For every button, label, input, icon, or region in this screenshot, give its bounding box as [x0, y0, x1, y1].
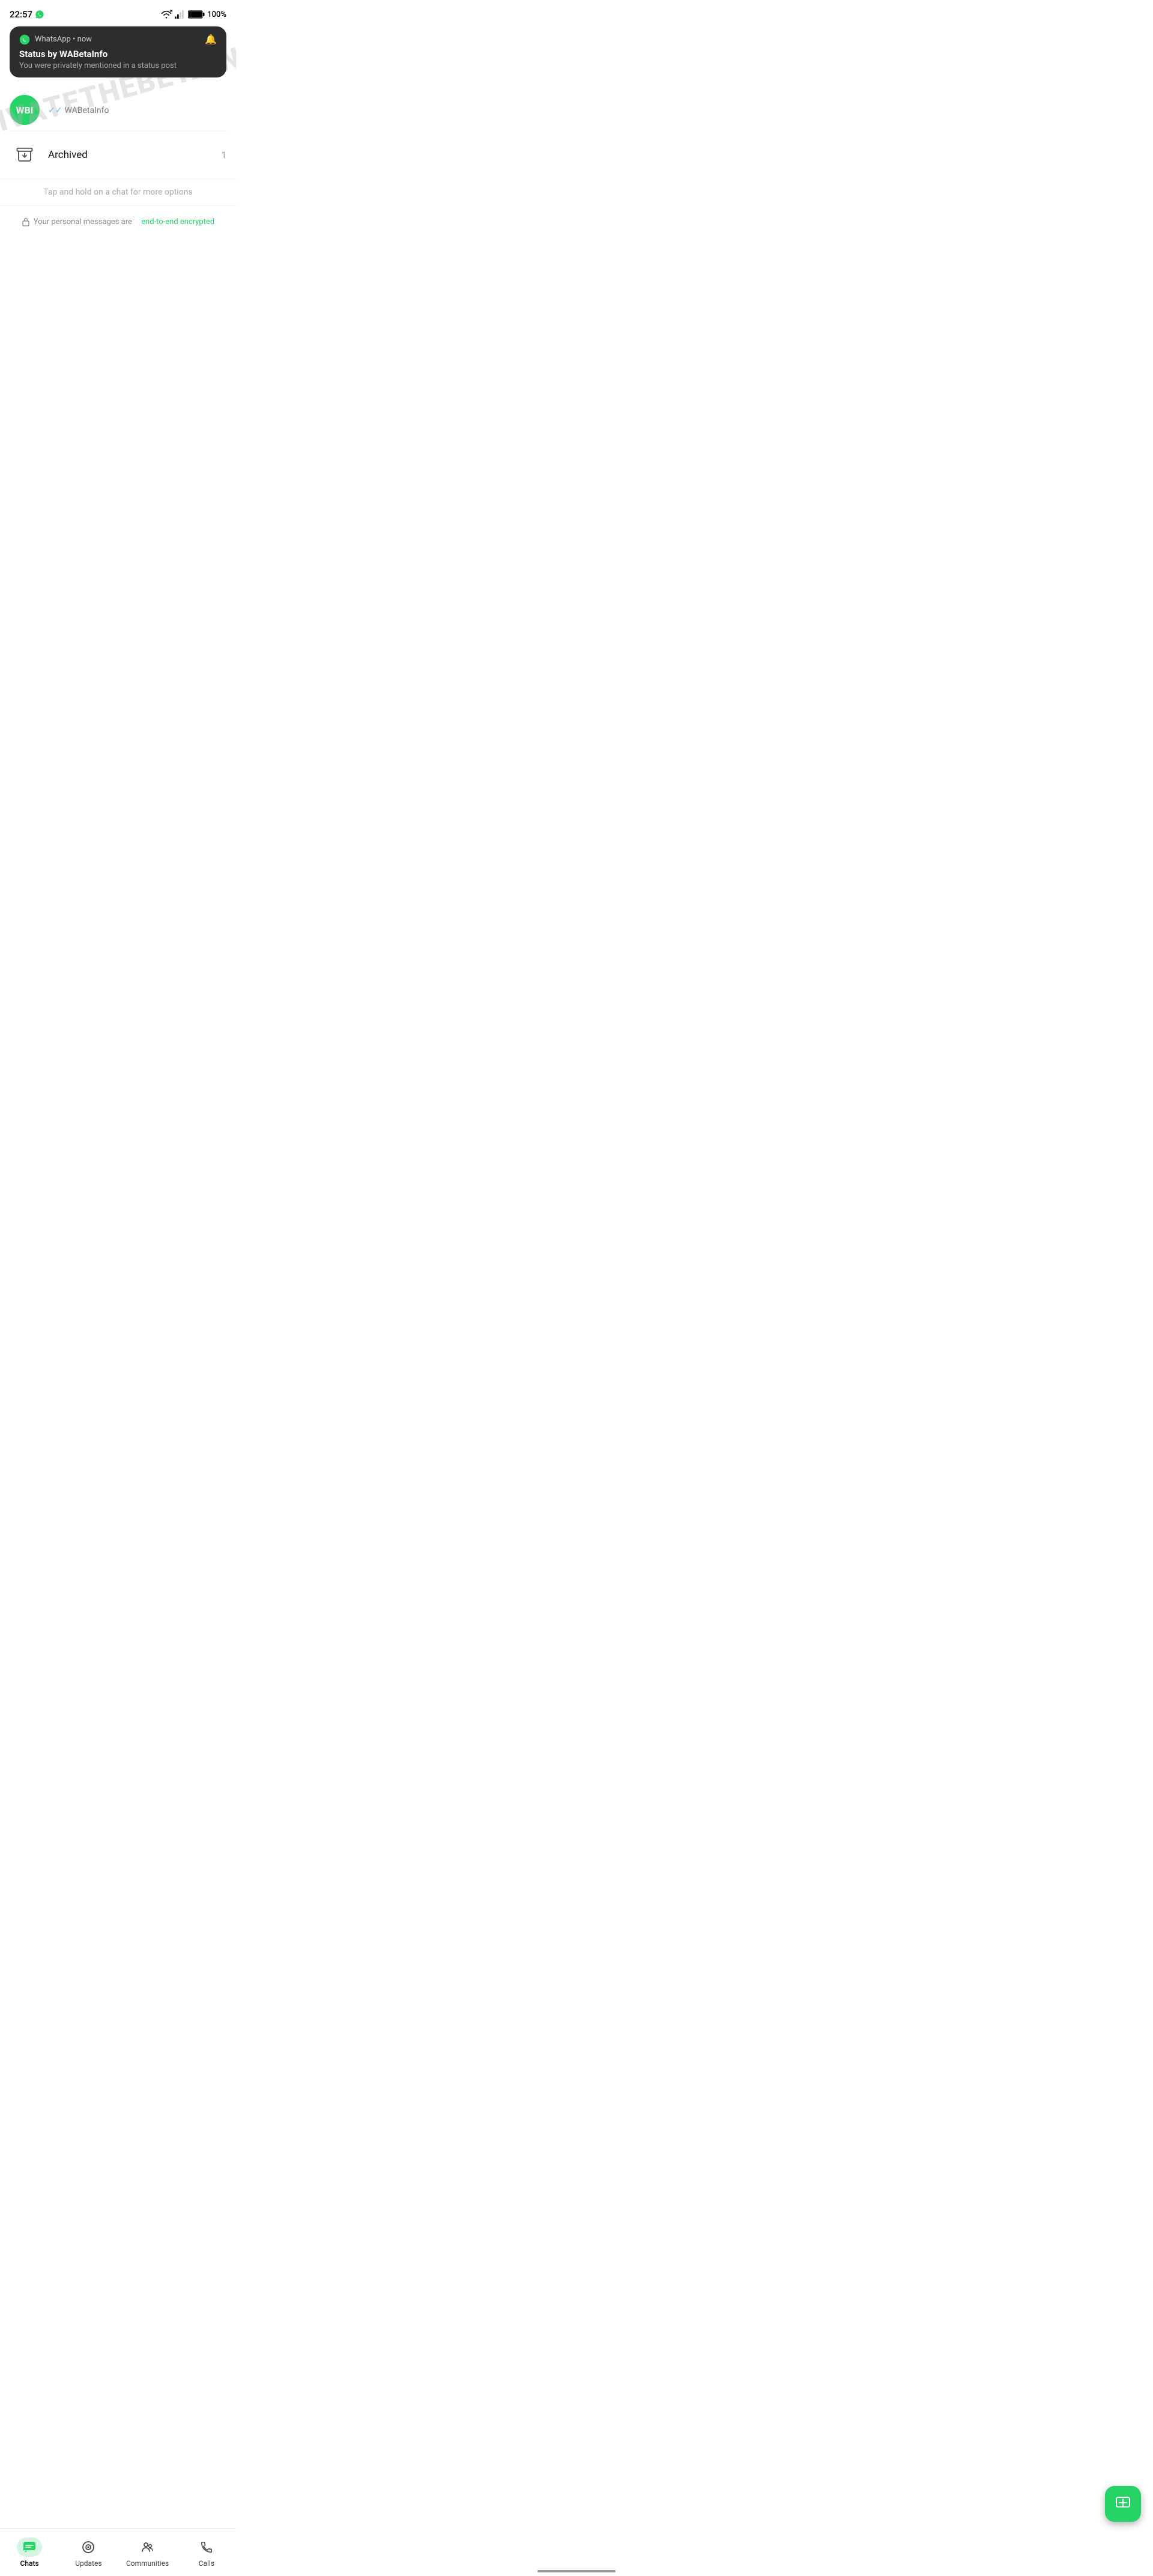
whatsapp-status-icon [35, 10, 44, 19]
encryption-notice: Your personal messages are end-to-end en… [0, 206, 236, 237]
notification-bell-icon: 🔔 [205, 34, 217, 45]
lock-icon [22, 217, 30, 226]
chats-icon [22, 2540, 37, 2554]
status-bar: 22:57 100% [0, 0, 236, 26]
wifi-icon [160, 10, 172, 19]
updates-label: Updates [75, 2559, 101, 2568]
home-indicator [537, 2570, 616, 2572]
hint-text: Tap and hold on a chat for more options [0, 179, 236, 206]
empty-space [0, 237, 236, 477]
notification-title: Status by WABetaInfo [19, 49, 217, 59]
nav-icon-wrapper-updates [76, 2538, 101, 2557]
signal-icon [175, 10, 186, 19]
battery-icon [188, 10, 205, 19]
notification-header: WhatsApp • now 🔔 [19, 34, 217, 45]
battery-percent: 100% [207, 10, 226, 19]
notification-app-name: WhatsApp • now [35, 35, 200, 44]
encryption-link[interactable]: end-to-end encrypted [141, 217, 214, 226]
encryption-text: Your personal messages are [34, 217, 132, 226]
notification-banner[interactable]: WhatsApp • now 🔔 Status by WABetaInfo Yo… [10, 26, 226, 77]
nav-item-updates[interactable]: Updates [59, 2529, 118, 2571]
new-chat-fab[interactable] [1105, 2486, 1141, 2522]
nav-icon-wrapper-chats [17, 2538, 42, 2557]
time-display: 22:57 [10, 9, 32, 20]
fab-icon [1115, 2496, 1131, 2512]
calls-icon [200, 2541, 213, 2554]
communities-label: Communities [126, 2559, 169, 2568]
nav-item-communities[interactable]: Communities [118, 2529, 177, 2571]
communities-icon [141, 2540, 155, 2554]
bottom-nav: Chats Updates Communities [0, 2528, 236, 2576]
notification-body: You were privately mentioned in a status… [19, 61, 217, 70]
nav-item-chats[interactable]: Chats [0, 2529, 59, 2571]
chats-label: Chats [20, 2559, 39, 2568]
status-icons: 100% [160, 10, 226, 19]
nav-icon-wrapper-calls [194, 2538, 219, 2557]
notification-app-icon [19, 34, 30, 45]
calls-label: Calls [199, 2559, 214, 2568]
nav-icon-wrapper-communities [135, 2538, 160, 2557]
updates-icon [81, 2540, 95, 2554]
nav-item-calls[interactable]: Calls [177, 2529, 236, 2571]
status-time: 22:57 [10, 9, 44, 20]
